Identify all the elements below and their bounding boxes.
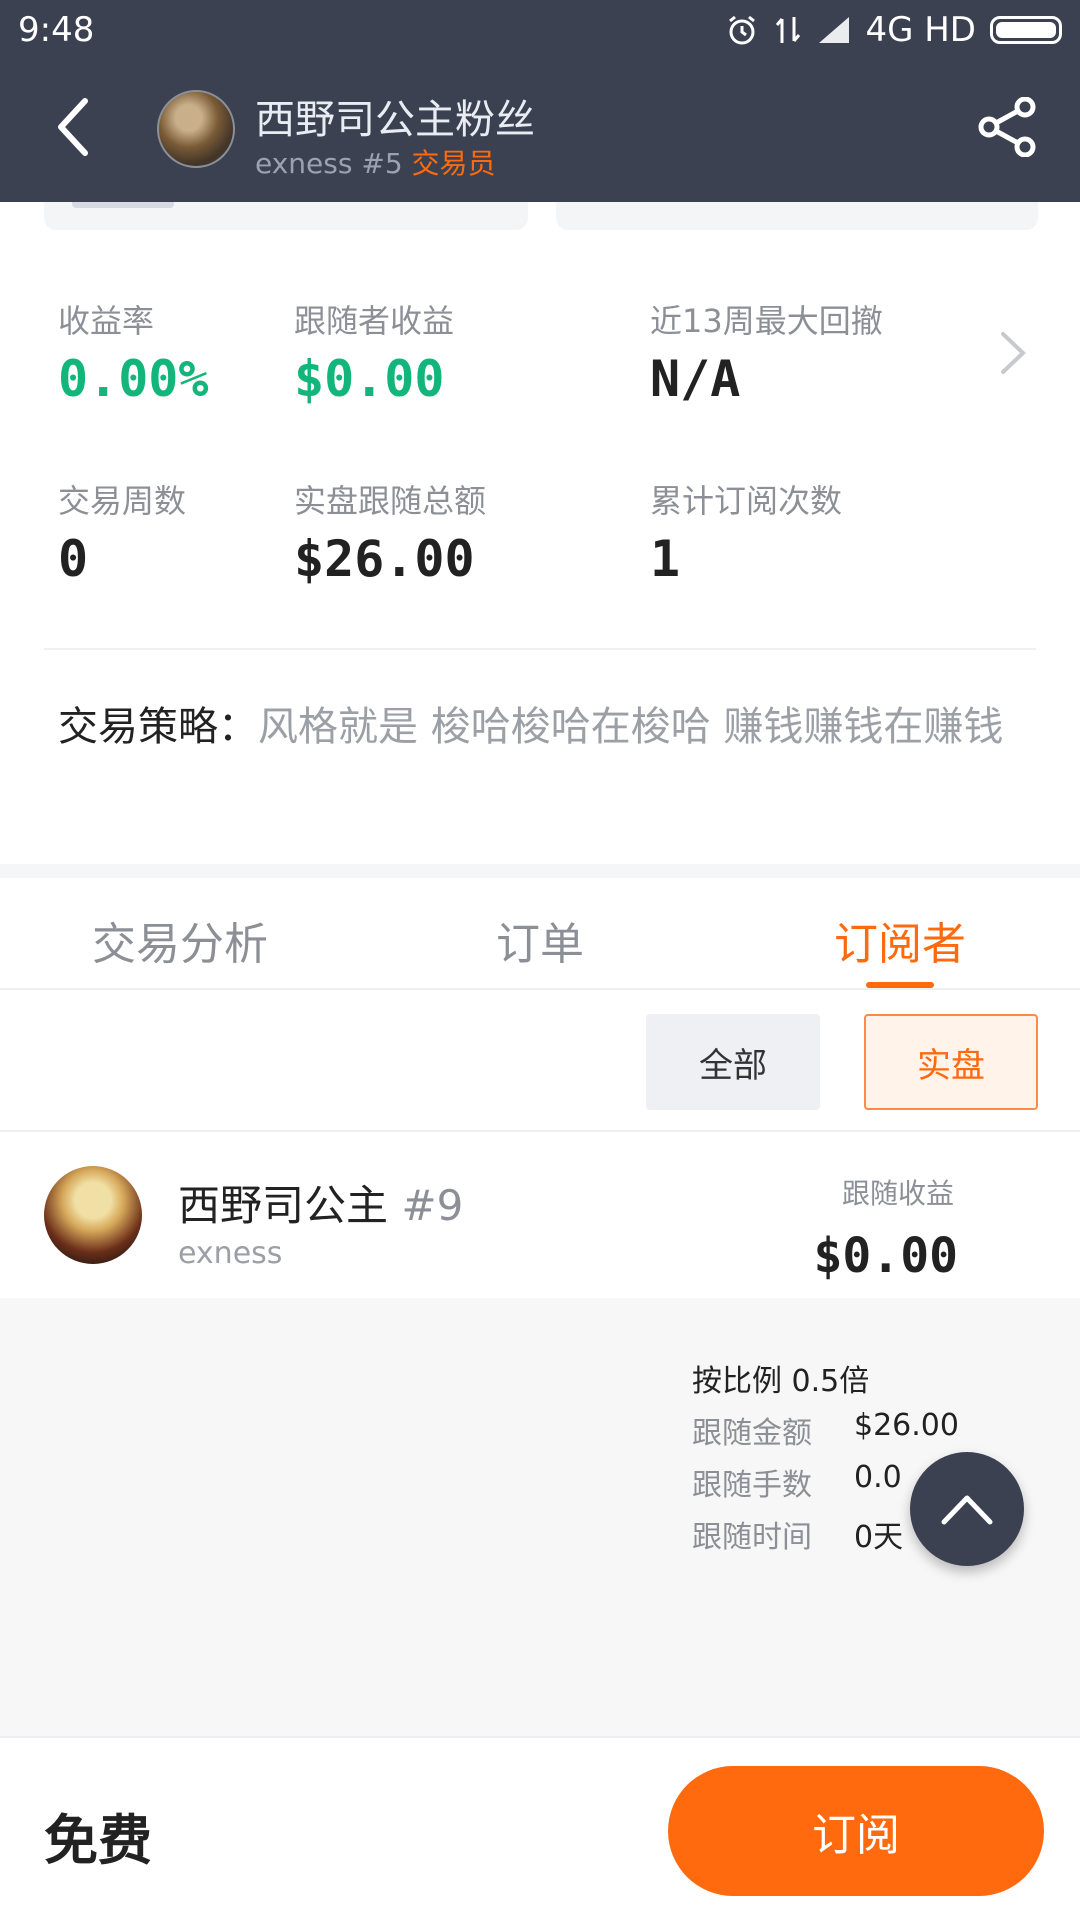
strategy-label: 交易策略：	[58, 704, 258, 750]
tab-bar: 交易分析 订单 订阅者	[0, 878, 1080, 990]
back-arrow-icon	[58, 98, 88, 156]
stats-detail-button[interactable]	[996, 328, 1030, 378]
detail-value: $26.00	[854, 1408, 959, 1443]
status-bar: 9:48 4G HD	[0, 0, 1080, 62]
share-icon	[978, 97, 1036, 157]
subscriber-name-text: 西野司公主	[178, 1181, 389, 1230]
subscriber-name: 西野司公主 #9	[178, 1172, 463, 1233]
stat-value-live-follow-total: $26.00	[294, 530, 475, 588]
stat-value-trade-weeks: 0	[58, 530, 89, 588]
stat-value-return: 0.00%	[58, 350, 209, 408]
subscribe-button[interactable]: 订阅	[668, 1766, 1044, 1896]
detail-value: 0天	[854, 1520, 904, 1555]
card-stub-left	[44, 202, 528, 230]
stat-label-max-drawdown: 近13周最大回撤	[650, 302, 883, 340]
subscriber-row[interactable]: 西野司公主 #9 exness 跟随收益 $0.00	[0, 1132, 1080, 1298]
divider	[44, 648, 1036, 650]
scroll-top-button[interactable]	[910, 1452, 1024, 1566]
chevron-right-icon	[1001, 332, 1026, 374]
back-button[interactable]	[38, 92, 108, 162]
stat-label-subscription-count: 累计订阅次数	[650, 482, 843, 520]
filter-all-button[interactable]: 全部	[646, 1014, 820, 1110]
status-time: 9:48	[18, 10, 95, 50]
trader-broker: exness #5	[255, 147, 403, 180]
chevron-up-icon	[941, 1495, 993, 1525]
active-tab-indicator	[866, 982, 934, 988]
follow-ratio: 按比例 0.5倍	[692, 1364, 870, 1399]
bottom-bar: 免费 订阅	[0, 1736, 1080, 1920]
stat-label-follower-profit: 跟随者收益	[294, 302, 455, 340]
filter-live-button[interactable]: 实盘	[864, 1014, 1038, 1110]
card-stubs	[0, 202, 1080, 232]
detail-follow-lots: 跟随手数 0.0	[692, 1460, 902, 1504]
stat-label-trade-weeks: 交易周数	[58, 482, 187, 520]
stat-value-subscription-count: 1	[650, 530, 681, 588]
price-label: 免费	[44, 1809, 152, 1872]
signal-icon	[817, 15, 851, 45]
tab-orders[interactable]: 订单	[496, 908, 584, 972]
subscriber-profit-value: $0.00	[813, 1228, 959, 1284]
stat-label-return: 收益率	[58, 302, 155, 340]
share-button[interactable]	[972, 92, 1042, 162]
detail-follow-time: 跟随时间 0天	[692, 1512, 903, 1556]
tab-subscribers[interactable]: 订阅者	[834, 908, 966, 972]
subscriber-avatar	[44, 1166, 142, 1264]
stat-label-live-follow-total: 实盘跟随总额	[294, 482, 487, 520]
battery-icon	[990, 16, 1062, 44]
detail-label: 跟随金额	[692, 1416, 812, 1451]
trader-subtitle: exness #5 交易员	[255, 142, 496, 182]
detail-label: 跟随手数	[692, 1468, 812, 1503]
subscriber-number: #9	[401, 1181, 464, 1230]
app-bar: 西野司公主粉丝 exness #5 交易员	[0, 62, 1080, 202]
network-label: 4G HD	[865, 10, 976, 50]
strategy-content: 风格就是 梭哈梭哈在梭哈 赚钱赚钱在赚钱	[258, 704, 1004, 750]
detail-follow-amount: 跟随金额 $26.00	[692, 1408, 959, 1452]
tab-trade-analysis[interactable]: 交易分析	[92, 908, 268, 972]
trader-name: 西野司公主粉丝	[255, 97, 535, 143]
detail-value: 0.0	[854, 1460, 902, 1495]
status-icons: 4G HD	[725, 10, 1062, 50]
data-transfer-icon	[773, 13, 803, 47]
card-stub-right	[556, 202, 1038, 230]
section-gap	[0, 864, 1080, 878]
detail-label: 跟随时间	[692, 1520, 812, 1555]
subscriber-profit-label: 跟随收益	[841, 1177, 954, 1210]
top-bar: 9:48 4G HD 西野司公主粉丝 exness #5 交易员	[0, 0, 1080, 202]
strategy-text: 交易策略：风格就是 梭哈梭哈在梭哈 赚钱赚钱在赚钱	[58, 688, 1028, 766]
trader-avatar[interactable]	[157, 90, 235, 168]
stat-value-max-drawdown: N/A	[650, 350, 741, 408]
subscriber-broker: exness	[178, 1236, 283, 1271]
trader-role: 交易员	[411, 147, 496, 180]
stat-value-follower-profit: $0.00	[294, 350, 445, 408]
filter-bar: 全部 实盘	[0, 990, 1080, 1132]
alarm-icon	[725, 13, 759, 47]
